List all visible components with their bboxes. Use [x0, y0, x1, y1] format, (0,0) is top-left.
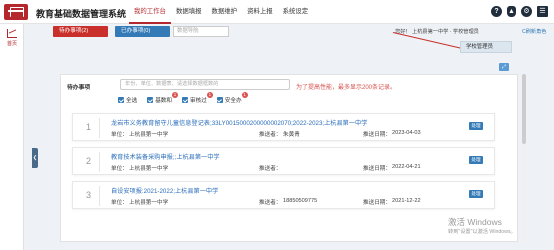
list-item: 3 自设安项报:2021-2022;上杭县第一中学 单位： 上杭县第一中学 推送…	[72, 181, 495, 209]
nav-data-entry[interactable]: 数据填报	[171, 0, 207, 24]
windows-activation-hint: 转到"设置"以激活 Windows。	[448, 229, 516, 235]
list-item: 1 龙岩市义务教育留守儿童信息登记表;33LY00150002000000020…	[72, 113, 495, 141]
item-date-label: 推送日期：	[363, 200, 391, 206]
count-badge: 1	[241, 92, 248, 98]
scrollbar-thumb[interactable]	[522, 74, 526, 144]
divider	[99, 152, 100, 172]
item-date-label: 推送日期：	[363, 166, 391, 172]
filter-base[interactable]: 基数和 1	[147, 92, 178, 104]
list-item: 2 教育技术装备采购申报;;上杭县第一中学 单位： 上杭县第一中学 推送者： 推…	[72, 147, 495, 175]
app-title: 教育基础数据管理系统	[36, 9, 127, 19]
count-badge: 1	[206, 92, 213, 98]
bell-icon[interactable]: ▲	[507, 6, 516, 17]
item-unit-label: 单位：	[111, 132, 128, 138]
main-nav: 我的工作台 数据填报 数据维护 资料上报 系统设定	[129, 0, 313, 24]
filter-bar: 全选 基数和 1 审核过 1 安全办 1	[118, 92, 248, 104]
checkbox-icon	[182, 97, 188, 103]
item-sender: 朱黄青	[283, 132, 300, 138]
help-icon[interactable]: ?	[491, 6, 502, 17]
item-date: 2023-04-03	[392, 130, 421, 136]
vertical-scrollbar[interactable]	[522, 74, 526, 242]
windows-activation-watermark: 激活 Windows	[448, 217, 502, 227]
filter-label: 审核过	[190, 98, 207, 104]
todo-search-input[interactable]: 年份、单位、数据表、请选择数据框数的	[120, 79, 290, 90]
refresh-role-link[interactable]: C刷新角色	[522, 28, 547, 35]
app-logo	[4, 4, 28, 20]
top-header: 教育基础数据管理系统 我的工作台 数据填报 数据维护 资料上报 系统设定 ? ▲…	[0, 0, 554, 24]
item-date: 2022-04-21	[392, 164, 421, 170]
header-icons: ? ▲ ⚙ ☰	[491, 6, 548, 17]
divider	[99, 186, 100, 206]
item-title-link[interactable]: 自设安项报:2021-2022;上杭县第一中学	[111, 186, 218, 195]
filter-label: 全选	[126, 98, 138, 104]
item-sender-label: 推送者：	[259, 166, 282, 172]
role-dropdown-option[interactable]: 学校管理员	[460, 41, 512, 53]
menu-icon[interactable]: ☰	[537, 6, 548, 17]
user-info: 您好！ 上杭县第一中学 · 学校管理员	[395, 29, 479, 35]
toolbar: 待办事项(2) 已办事项(0) 数据导航 您好！ 上杭县第一中学 · 学校管理员…	[40, 26, 552, 40]
count-badge: 1	[172, 92, 178, 98]
filter-label: 基数和	[155, 98, 172, 104]
nav-system-settings[interactable]: 系统设定	[278, 0, 314, 24]
sidebar-item-home[interactable]: 首页	[2, 29, 22, 47]
item-title-link[interactable]: 教育技术装备采购申报;;上杭县第一中学	[111, 152, 220, 161]
chart-icon	[7, 29, 17, 38]
item-unit-label: 单位：	[111, 200, 128, 206]
filter-select-all[interactable]: 全选	[118, 96, 137, 104]
item-sender: 18850509775	[283, 198, 318, 204]
filter-safety[interactable]: 安全办 1	[216, 92, 248, 104]
panel-title: 待办事项	[67, 85, 91, 91]
item-date: 2021-12-22	[392, 198, 421, 204]
sidebar-item-label: 首页	[6, 41, 17, 47]
data-nav-input[interactable]: 数据导航	[173, 26, 229, 37]
sidebar-collapse-handle[interactable]: ❮	[32, 148, 38, 168]
item-unit-label: 单位：	[111, 166, 128, 172]
nav-data-maintenance[interactable]: 数据维护	[207, 0, 243, 24]
handle-button[interactable]: 处理	[469, 122, 483, 130]
item-date-label: 推送日期：	[363, 132, 391, 138]
nav-my-workbench[interactable]: 我的工作台	[129, 0, 171, 24]
nav-report-upload[interactable]: 资料上报	[242, 0, 278, 24]
item-sender-label: 推送者：	[259, 200, 282, 206]
item-number: 3	[86, 190, 92, 200]
performance-notice: 为了提高性能，最多显示200条记录。	[296, 85, 397, 91]
checkbox-icon	[147, 97, 154, 103]
filter-label: 安全办	[224, 98, 242, 104]
item-number: 1	[86, 122, 92, 132]
checkbox-icon	[118, 97, 124, 103]
divider	[99, 118, 100, 138]
handle-button[interactable]: 处理	[469, 156, 483, 164]
expand-icon[interactable]: ⤢	[499, 63, 509, 71]
item-sender-label: 推送者：	[259, 132, 282, 138]
item-number: 2	[86, 156, 92, 166]
item-title-link[interactable]: 龙岩市义务教育留守儿童信息登记表;33LY0015000200000002070…	[111, 118, 367, 127]
sidebar: 首页	[0, 24, 24, 250]
checkbox-icon	[216, 97, 223, 103]
filter-reviewed[interactable]: 审核过 1	[182, 92, 213, 104]
item-unit: 上杭县第一中学	[129, 166, 169, 172]
todo-tab-button[interactable]: 待办事项(2)	[53, 26, 108, 37]
item-unit: 上杭县第一中学	[129, 200, 169, 206]
gear-icon[interactable]: ⚙	[521, 6, 532, 17]
done-tab-button[interactable]: 已办事项(0)	[115, 26, 170, 37]
handle-button[interactable]: 处理	[469, 190, 483, 198]
item-unit: 上杭县第一中学	[129, 132, 169, 138]
